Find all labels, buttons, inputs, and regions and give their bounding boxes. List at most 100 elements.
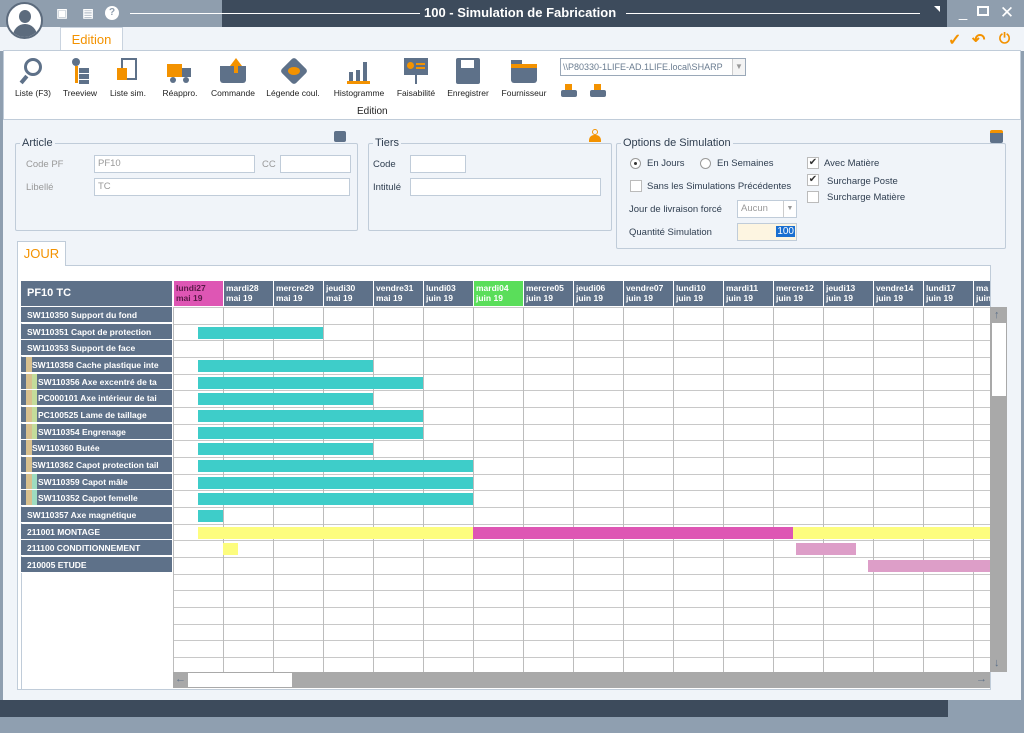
- calculator-icon[interactable]: ▤: [81, 6, 95, 20]
- scroll-up-arrow-icon[interactable]: ↑: [994, 309, 1000, 321]
- gantt-bar[interactable]: [198, 327, 323, 339]
- day-header[interactable]: mercre29 mai 19: [273, 281, 323, 306]
- surcharge-poste-checkbox[interactable]: ✔: [807, 174, 819, 186]
- tab-edition[interactable]: Edition: [60, 27, 123, 51]
- gantt-row-label[interactable]: SW110353 Support de face: [21, 340, 172, 356]
- gantt-bar[interactable]: [198, 477, 473, 489]
- toolbar-button-truck[interactable]: Réappro.: [151, 58, 209, 98]
- gantt-row-label[interactable]: SW110352 Capot femelle: [21, 490, 172, 506]
- gantt-bar[interactable]: [223, 543, 238, 555]
- monitor-icon[interactable]: ▣: [55, 6, 69, 20]
- libelle-field[interactable]: TC: [94, 178, 350, 196]
- avatar[interactable]: [6, 2, 43, 39]
- gantt-row-label[interactable]: SW110356 Axe excentré de ta: [21, 374, 172, 390]
- gantt-bar[interactable]: [793, 527, 990, 539]
- printer-icon[interactable]: [590, 84, 606, 98]
- tab-jour[interactable]: JOUR: [17, 241, 66, 266]
- grid-row-line: [173, 390, 990, 391]
- gantt-bar[interactable]: [795, 543, 856, 555]
- en-jours-radio[interactable]: [630, 158, 641, 169]
- help-icon[interactable]: ?: [105, 6, 119, 20]
- toolbar-button-folder[interactable]: Fournisseur: [495, 58, 553, 98]
- printer-icon[interactable]: [561, 84, 577, 98]
- en-semaines-radio[interactable]: [700, 158, 711, 169]
- day-header[interactable]: vendre07 juin 19: [623, 281, 673, 306]
- gantt-row-label[interactable]: 211100 CONDITIONNEMENT: [21, 540, 172, 556]
- printer-path-select[interactable]: \\P80330-1LIFE-AD.1LIFE.local\SHARP ▼: [560, 58, 746, 76]
- validate-button[interactable]: ✓: [948, 30, 961, 50]
- chevron-down-icon[interactable]: ▼: [783, 201, 796, 217]
- gantt-row-label[interactable]: PC000101 Axe intérieur de tai: [21, 390, 172, 406]
- day-header[interactable]: lundi10 juin 19: [673, 281, 723, 306]
- undo-button[interactable]: ↶: [972, 30, 985, 50]
- menu-corner-icon[interactable]: [934, 6, 940, 12]
- day-header[interactable]: lundi27 mai 19: [173, 281, 223, 306]
- toolbar-button-document-list[interactable]: Liste sim.: [99, 58, 157, 98]
- quantite-field[interactable]: 100: [737, 223, 797, 241]
- gantt-bar[interactable]: [198, 377, 423, 389]
- gantt-bar[interactable]: [868, 560, 990, 572]
- day-header[interactable]: ma juin: [973, 281, 990, 306]
- horizontal-scrollbar[interactable]: [173, 672, 990, 688]
- toolbar-button-save[interactable]: Enregistrer: [439, 58, 497, 98]
- gantt-row-label[interactable]: SW110360 Butée: [21, 440, 172, 456]
- scroll-right-arrow-icon[interactable]: →: [976, 673, 987, 685]
- day-header[interactable]: lundi03 juin 19: [423, 281, 473, 306]
- gantt-row-label[interactable]: PC100525 Lame de taillage: [21, 407, 172, 423]
- day-header[interactable]: vendre31 mai 19: [373, 281, 423, 306]
- chevron-down-icon[interactable]: ▼: [732, 59, 745, 75]
- gantt-bar[interactable]: [473, 527, 793, 539]
- scroll-left-arrow-icon[interactable]: ←: [175, 673, 186, 685]
- toolbar-button-folder-upload[interactable]: Commande: [204, 58, 262, 98]
- power-button[interactable]: ⏻: [999, 30, 1010, 47]
- scroll-down-arrow-icon[interactable]: ↓: [994, 657, 1000, 669]
- gantt-bar[interactable]: [198, 427, 423, 439]
- gantt-bar[interactable]: [198, 493, 473, 505]
- gantt-row-label[interactable]: SW110351 Capot de protection: [21, 324, 172, 340]
- toolbar-button-eye-tag[interactable]: Légende coul.: [264, 56, 322, 98]
- gantt-bar[interactable]: [198, 460, 473, 472]
- day-header[interactable]: vendre14 juin 19: [873, 281, 923, 306]
- intitule-field[interactable]: [410, 178, 601, 196]
- day-header[interactable]: mardi28 mai 19: [223, 281, 273, 306]
- surcharge-matiere-checkbox[interactable]: [807, 191, 819, 203]
- jour-livraison-select[interactable]: Aucun ▼: [737, 200, 797, 218]
- cc-field[interactable]: [280, 155, 351, 173]
- avec-matiere-checkbox[interactable]: ✔: [807, 157, 819, 169]
- day-header[interactable]: mardi11 juin 19: [723, 281, 773, 306]
- person-icon[interactable]: [589, 129, 601, 142]
- gantt-row-label[interactable]: SW110350 Support du fond: [21, 307, 172, 323]
- day-header[interactable]: jeudi30 mai 19: [323, 281, 373, 306]
- gantt-row-label[interactable]: 211001 MONTAGE: [21, 524, 172, 540]
- tiers-code-field[interactable]: [410, 155, 466, 173]
- day-header[interactable]: lundi17 juin 19: [923, 281, 973, 306]
- code-pf-field[interactable]: PF10: [94, 155, 255, 173]
- day-header[interactable]: mercre05 juin 19: [523, 281, 573, 306]
- day-header[interactable]: jeudi13 juin 19: [823, 281, 873, 306]
- maximize-button[interactable]: [977, 6, 989, 16]
- gantt-bar[interactable]: [198, 510, 223, 522]
- toolbar-button-presentation[interactable]: Faisabilité: [387, 58, 445, 98]
- gantt-bar[interactable]: [198, 360, 373, 372]
- gantt-row-label[interactable]: SW110362 Capot protection tail: [21, 457, 172, 473]
- sans-simulations-checkbox[interactable]: [630, 180, 642, 192]
- gantt-row-label[interactable]: SW110357 Axe magnétique: [21, 507, 172, 523]
- day-header[interactable]: mardi04 juin 19: [473, 281, 523, 306]
- gantt-row-label[interactable]: SW110359 Capot mâle: [21, 474, 172, 490]
- gantt-row-label[interactable]: 210005 ETUDE: [21, 557, 172, 573]
- gantt-bar[interactable]: [198, 527, 473, 539]
- settings-icon[interactable]: [990, 130, 1003, 143]
- article-info-icon[interactable]: [334, 131, 346, 142]
- gantt-row-label[interactable]: SW110354 Engrenage: [21, 424, 172, 440]
- vertical-scroll-thumb[interactable]: [992, 323, 1006, 396]
- close-button[interactable]: ✕: [997, 3, 1017, 23]
- gantt-bar[interactable]: [198, 443, 373, 455]
- day-header[interactable]: mercre12 juin 19: [773, 281, 823, 306]
- toolbar-button-bar-chart[interactable]: Histogramme: [330, 58, 388, 98]
- gantt-row-label[interactable]: SW110358 Cache plastique inte: [21, 357, 172, 373]
- day-header[interactable]: jeudi06 juin 19: [573, 281, 623, 306]
- gantt-bar[interactable]: [198, 410, 423, 422]
- gantt-bar[interactable]: [198, 393, 373, 405]
- horizontal-scroll-thumb[interactable]: [188, 673, 292, 687]
- minimize-button[interactable]: _: [953, 4, 973, 21]
